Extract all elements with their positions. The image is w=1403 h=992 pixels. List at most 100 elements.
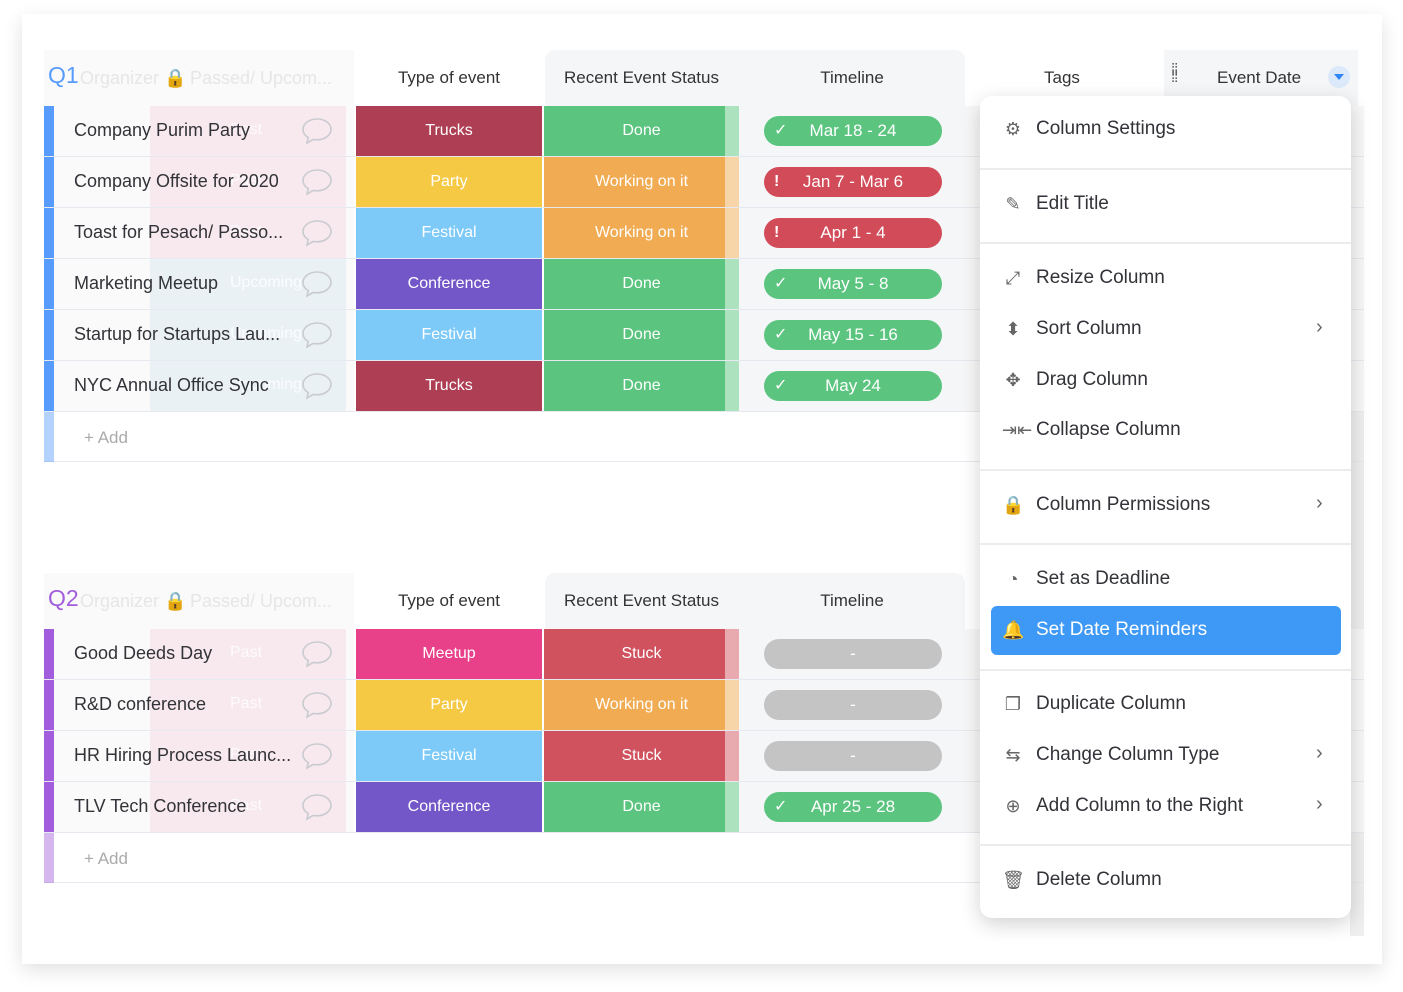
menu-item-column-settings[interactable]: ⚙ Column Settings xyxy=(980,107,1351,151)
type-cell[interactable]: Meetup xyxy=(356,629,542,679)
menu-divider xyxy=(980,669,1351,671)
timeline-value: Mar 18 - 24 xyxy=(809,121,897,140)
timeline-pill[interactable]: ✓ Apr 25 - 28 xyxy=(764,792,942,822)
menu-item-change-column-type[interactable]: ⇆ Change Column Type › xyxy=(980,733,1351,777)
move-icon: ✥ xyxy=(1005,370,1021,390)
comment-icon[interactable] xyxy=(300,318,334,352)
comment-icon[interactable] xyxy=(300,790,334,824)
timeline-value: May 5 - 8 xyxy=(817,274,889,293)
type-cell[interactable]: Trucks xyxy=(356,106,542,156)
menu-item-collapse-column[interactable]: ⇥⇤ Collapse Column xyxy=(980,408,1351,452)
status-cell[interactable]: Working on it xyxy=(544,680,739,730)
type-cell[interactable]: Trucks xyxy=(356,361,542,411)
timeline-pill[interactable]: - xyxy=(764,690,942,720)
menu-item-label: Add Column to the Right xyxy=(1036,795,1244,816)
item-name[interactable]: Company Offsite for 2020 xyxy=(74,171,279,192)
column-header-status[interactable]: Recent Event Status xyxy=(544,591,739,611)
status-cell[interactable]: Working on it xyxy=(544,208,739,258)
column-header-passed: Passed/ Upcom... xyxy=(190,591,333,611)
check-icon: ✓ xyxy=(774,377,788,394)
status-cell[interactable]: Working on it xyxy=(544,157,739,207)
menu-item-label: Collapse Column xyxy=(1036,419,1181,440)
status-cell[interactable]: Done xyxy=(544,782,739,832)
timeline-pill[interactable]: - xyxy=(764,741,942,771)
timeline-pill[interactable]: ✓ May 24 xyxy=(764,371,942,401)
item-name[interactable]: Marketing Meetup xyxy=(74,273,218,294)
menu-item-label: Column Permissions xyxy=(1036,494,1211,515)
comment-icon[interactable] xyxy=(300,688,334,722)
menu-item-set-date-reminders[interactable]: 🔔 Set Date Reminders xyxy=(991,606,1341,655)
chevron-right-icon: › xyxy=(1316,492,1323,514)
column-header-type[interactable]: Type of event xyxy=(356,68,542,88)
type-cell[interactable]: Festival xyxy=(356,310,542,360)
status-cell-edge xyxy=(725,680,739,730)
group-title[interactable]: Q1 xyxy=(48,62,79,89)
item-name[interactable]: Good Deeds Day xyxy=(74,643,212,664)
status-cell[interactable]: Done xyxy=(544,259,739,309)
timeline-pill[interactable]: - xyxy=(764,639,942,669)
status-cell[interactable]: Done xyxy=(544,106,739,156)
column-header-type[interactable]: Type of event xyxy=(356,591,542,611)
comment-icon[interactable] xyxy=(300,637,334,671)
menu-divider xyxy=(980,168,1351,170)
timeline-pill[interactable]: ! Jan 7 - Mar 6 xyxy=(764,167,942,197)
type-cell[interactable]: Conference xyxy=(356,259,542,309)
item-name[interactable]: R&D conference xyxy=(74,694,206,715)
type-cell[interactable]: Festival xyxy=(356,731,542,781)
comment-icon[interactable] xyxy=(300,267,334,301)
item-name[interactable]: Toast for Pesach/ Passo... xyxy=(74,222,283,243)
group-color-bar xyxy=(44,629,54,679)
timeline-pill[interactable]: ✓ Mar 18 - 24 xyxy=(764,116,942,146)
timeline-pill[interactable]: ✓ May 5 - 8 xyxy=(764,269,942,299)
type-cell[interactable]: Festival xyxy=(356,208,542,258)
menu-divider xyxy=(980,469,1351,471)
menu-item-resize-column[interactable]: ⤢ Resize Column xyxy=(980,256,1351,300)
menu-item-sort-column[interactable]: ⬍ Sort Column › xyxy=(980,307,1351,351)
add-item-label[interactable]: + Add xyxy=(84,849,128,869)
column-header-organizer: Organizer xyxy=(80,591,160,611)
menu-item-add-column-to-the-right[interactable]: ⊕ Add Column to the Right › xyxy=(980,784,1351,828)
lock-icon: 🔒 xyxy=(164,68,187,88)
group-color-bar xyxy=(44,310,54,360)
status-cell[interactable]: Stuck xyxy=(544,731,739,781)
timeline-value: May 15 - 16 xyxy=(808,325,898,344)
group-color-bar xyxy=(44,361,54,411)
chevron-right-icon: › xyxy=(1316,793,1323,815)
type-cell[interactable]: Party xyxy=(356,157,542,207)
item-name[interactable]: TLV Tech Conference xyxy=(74,796,246,817)
menu-item-set-as-deadline[interactable]: ◔ Set as Deadline xyxy=(980,557,1351,601)
item-name[interactable]: NYC Annual Office Sync xyxy=(74,375,269,396)
check-icon: ✓ xyxy=(774,122,788,139)
item-name[interactable]: Company Purim Party xyxy=(74,120,250,141)
menu-item-drag-column[interactable]: ✥ Drag Column xyxy=(980,358,1351,402)
item-name[interactable]: HR Hiring Process Launc... xyxy=(74,745,291,766)
timeline-pill[interactable]: ✓ May 15 - 16 xyxy=(764,320,942,350)
status-cell[interactable]: Stuck xyxy=(544,629,739,679)
column-header-timeline[interactable]: Timeline xyxy=(739,591,965,611)
item-name[interactable]: Startup for Startups Lau... xyxy=(74,324,280,345)
alert-icon: ! xyxy=(774,173,780,190)
menu-item-delete-column[interactable]: 🗑 Delete Column xyxy=(980,858,1351,902)
status-cell[interactable]: Done xyxy=(544,310,739,360)
add-item-label[interactable]: + Add xyxy=(84,428,128,448)
column-header-status[interactable]: Recent Event Status xyxy=(544,68,739,88)
group-color-bar xyxy=(44,412,54,462)
column-header-timeline[interactable]: Timeline xyxy=(739,68,965,88)
group-title[interactable]: Q2 xyxy=(48,585,79,612)
lock-icon: 🔒 xyxy=(164,591,187,611)
comment-icon[interactable] xyxy=(300,216,334,250)
status-cell[interactable]: Done xyxy=(544,361,739,411)
comment-icon[interactable] xyxy=(300,114,334,148)
comment-icon[interactable] xyxy=(300,165,334,199)
menu-item-column-permissions[interactable]: 🔒 Column Permissions › xyxy=(980,483,1351,527)
timeline-pill[interactable]: ! Apr 1 - 4 xyxy=(764,218,942,248)
type-cell[interactable]: Party xyxy=(356,680,542,730)
type-cell[interactable]: Conference xyxy=(356,782,542,832)
comment-icon[interactable] xyxy=(300,739,334,773)
menu-item-duplicate-column[interactable]: ❐ Duplicate Column xyxy=(980,682,1351,726)
sort-icon: ⬍ xyxy=(1005,319,1021,339)
menu-divider xyxy=(980,543,1351,545)
menu-item-edit-title[interactable]: ✎ Edit Title xyxy=(980,182,1351,226)
menu-item-label: Delete Column xyxy=(1036,869,1162,890)
comment-icon[interactable] xyxy=(300,369,334,403)
